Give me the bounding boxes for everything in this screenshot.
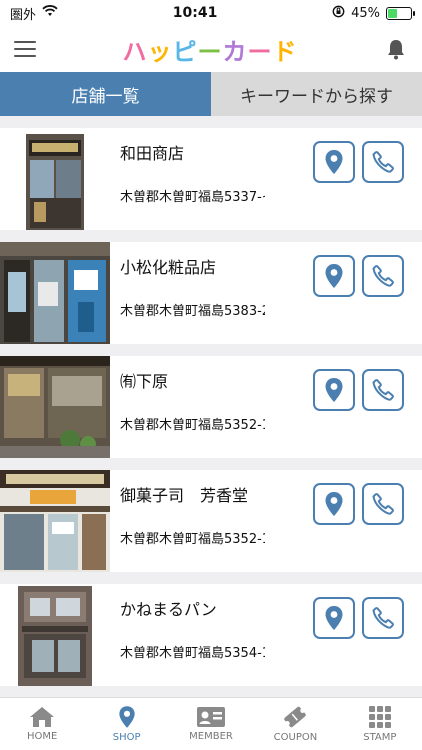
map-button[interactable] (313, 597, 355, 639)
phone-icon (372, 151, 394, 173)
status-bar: 圏外 10:41 45% (0, 0, 422, 26)
map-pin-icon (325, 150, 343, 174)
call-button[interactable] (362, 255, 404, 297)
carrier-label: 圏外 (10, 7, 37, 23)
tab-bar: 店舗一覧 キーワードから探す (0, 72, 422, 116)
wifi-icon (42, 5, 58, 21)
shop-row[interactable]: かねまるパン 木曽郡木曽町福島5354-1 (0, 584, 422, 698)
tab-shop-list[interactable]: 店舗一覧 (0, 72, 211, 116)
nav-stamp-label: STAMP (363, 732, 397, 743)
app-header: ハッピーカード (0, 26, 422, 72)
shop-row[interactable]: 御菓子司 芳香堂 木曽郡木曽町福島5352-1 (0, 470, 422, 584)
shop-photo (0, 242, 110, 344)
member-card-icon (197, 707, 226, 727)
notification-bell-icon[interactable] (384, 37, 408, 61)
call-button[interactable] (362, 369, 404, 411)
nav-member[interactable]: MEMBER (169, 698, 253, 750)
nav-coupon[interactable]: COUPON (253, 698, 337, 750)
shop-list[interactable]: 和田商店 木曽郡木曽町福島5337-イ 小松化粧品店 木曽郡木曽町福島5383-… (0, 116, 422, 698)
map-pin-icon (325, 492, 343, 516)
nav-shop[interactable]: SHOP (84, 698, 168, 750)
nav-coupon-label: COUPON (273, 732, 318, 743)
shop-address: 木曽郡木曽町福島5337-イ (120, 190, 265, 205)
nav-shop-label: SHOP (112, 732, 141, 743)
map-pin-icon (325, 264, 343, 288)
shop-address: 木曽郡木曽町福島5352-1 (120, 532, 265, 547)
phone-icon (372, 379, 394, 401)
nav-home[interactable]: HOME (0, 698, 84, 750)
battery-percent: 45% (351, 5, 380, 21)
shop-address: 木曽郡木曽町福島5354-1 (120, 646, 265, 661)
map-button[interactable] (313, 255, 355, 297)
shop-row[interactable]: 和田商店 木曽郡木曽町福島5337-イ (0, 128, 422, 242)
shop-photo (0, 584, 110, 686)
map-pin-icon (325, 606, 343, 630)
grid-icon (368, 706, 391, 728)
shop-address: 木曽郡木曽町福島5352-1 (120, 418, 265, 433)
map-button[interactable] (313, 369, 355, 411)
phone-icon (372, 607, 394, 629)
battery-icon (386, 6, 415, 20)
call-button[interactable] (362, 141, 404, 183)
map-button[interactable] (313, 141, 355, 183)
phone-icon (372, 265, 394, 287)
nav-member-label: MEMBER (189, 731, 233, 742)
shop-photo (0, 356, 110, 458)
map-button[interactable] (313, 483, 355, 525)
clock: 10:41 (172, 5, 218, 21)
map-pin-icon (325, 378, 343, 402)
shop-photo (0, 128, 110, 230)
map-pin-icon (118, 706, 135, 728)
shop-photo (0, 470, 110, 572)
app-logo: ハッピーカード (122, 37, 298, 66)
bottom-nav: HOME SHOP MEMBER COUPON STAMP (0, 697, 422, 750)
nav-home-label: HOME (27, 731, 58, 742)
phone-icon (372, 493, 394, 515)
shop-row[interactable]: ㈲下原 木曽郡木曽町福島5352-1 (0, 356, 422, 470)
shop-row[interactable]: 小松化粧品店 木曽郡木曽町福島5383-2 (0, 242, 422, 356)
orientation-lock-icon (332, 5, 345, 22)
coupon-icon (284, 706, 307, 728)
menu-button[interactable] (14, 41, 36, 57)
nav-stamp[interactable]: STAMP (338, 698, 422, 750)
shop-address: 木曽郡木曽町福島5383-2 (120, 304, 265, 319)
call-button[interactable] (362, 597, 404, 639)
home-icon (30, 707, 55, 727)
tab-keyword-search[interactable]: キーワードから探す (211, 72, 422, 116)
call-button[interactable] (362, 483, 404, 525)
